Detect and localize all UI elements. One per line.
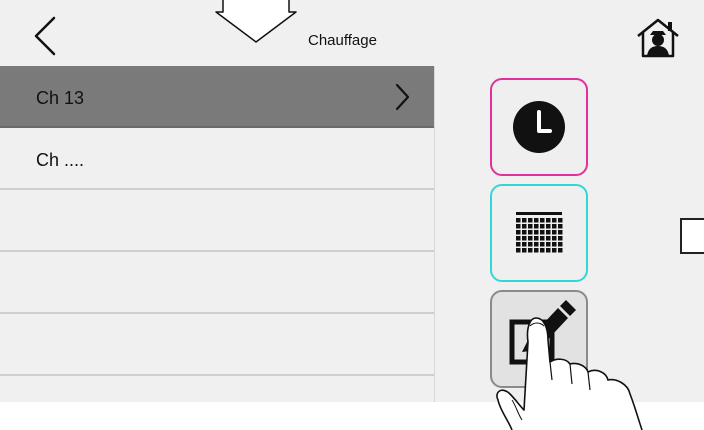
header-bar: Chauffage [0, 0, 704, 66]
home-button[interactable] [634, 18, 682, 58]
back-button[interactable] [20, 10, 68, 60]
calendar-mode-button[interactable] [490, 184, 588, 282]
home-icon [637, 18, 679, 58]
clock-icon [513, 101, 565, 153]
partial-checkbox[interactable] [680, 218, 704, 254]
list-item-label: Ch .... [36, 150, 85, 170]
chevron-right-icon [395, 83, 410, 111]
edit-icon [509, 300, 576, 365]
channel-list: Ch 13 Ch .... [0, 66, 435, 402]
list-item[interactable] [0, 190, 434, 252]
calendar-icon [516, 212, 563, 253]
chevron-left-icon [34, 16, 56, 56]
page-title: Chauffage [308, 32, 377, 49]
list-item[interactable] [0, 252, 434, 314]
list-item[interactable]: Ch .... [0, 128, 434, 190]
list-item[interactable] [0, 314, 434, 376]
list-item-label: Ch 13 [36, 88, 85, 108]
edit-mode-button[interactable] [490, 290, 588, 388]
list-item[interactable]: Ch 13 [0, 66, 434, 128]
app-screen: Chauffage Ch 13 Ch .... [0, 0, 704, 402]
clock-mode-button[interactable] [490, 78, 588, 176]
